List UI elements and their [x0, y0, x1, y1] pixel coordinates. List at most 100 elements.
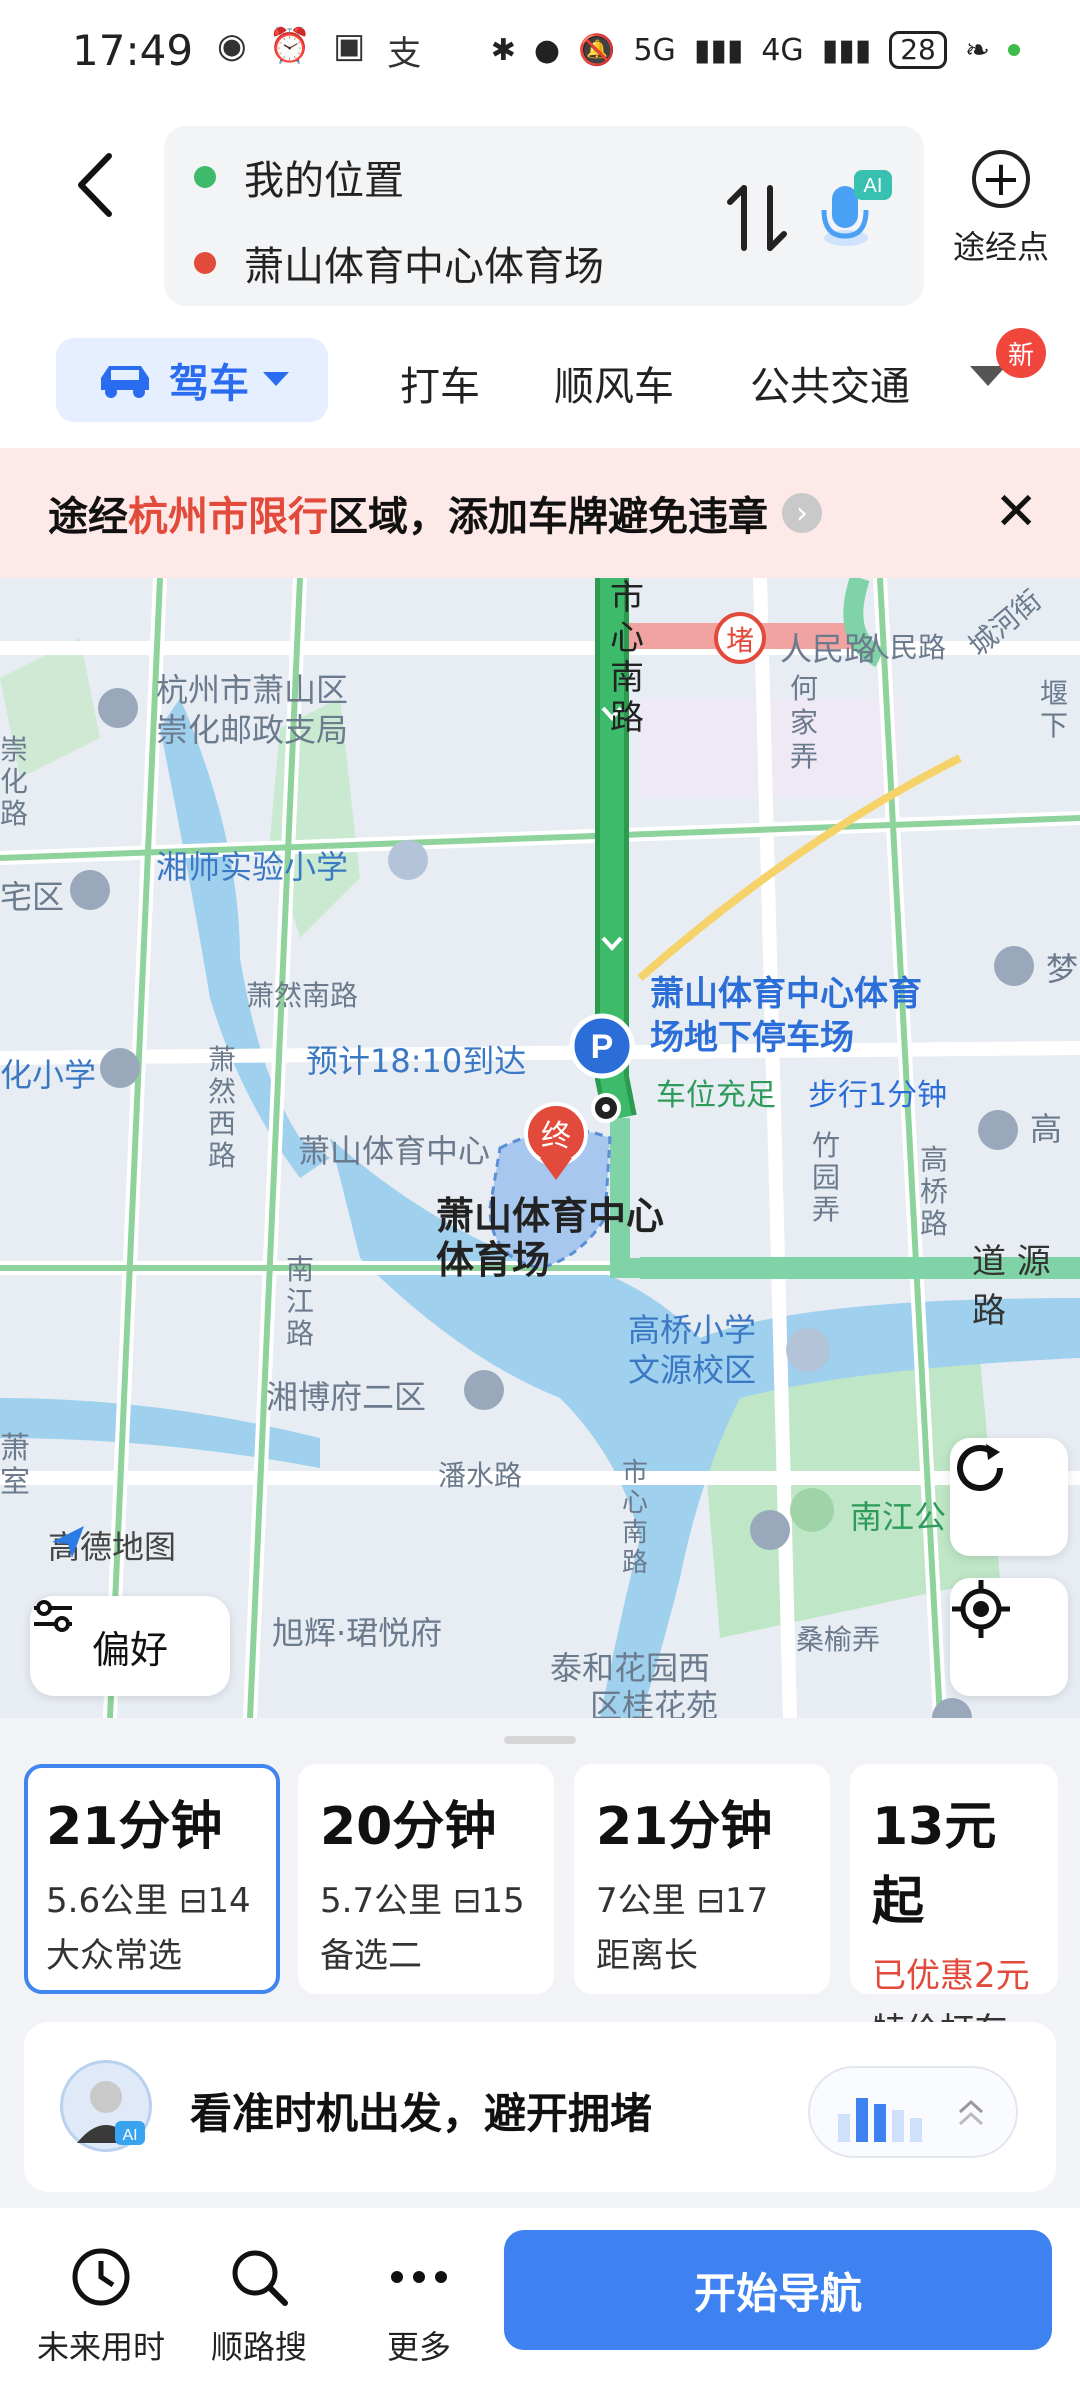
destination-field[interactable]: 萧山体育中心体育场 [194, 234, 604, 292]
road-label: 崇化路 [0, 733, 29, 830]
route-time: 21分钟 [46, 1797, 223, 1857]
mute-icon: 🔕 [578, 32, 616, 68]
route-time: 20分钟 [320, 1797, 497, 1857]
bar-chart-icon [838, 2098, 922, 2142]
poi-label: 梦 [1046, 950, 1079, 988]
route-distance: 7公里 [596, 1881, 686, 1921]
network-5g: 5G [633, 32, 676, 68]
status-left-icons: ◉ ⏰ ▣ 支 [217, 26, 421, 75]
route-card-3[interactable]: 21分钟 7公里 ⊟17 距离长 [574, 1764, 830, 1994]
route-card-2[interactable]: 20分钟 5.7公里 ⊟15 备选二 [298, 1764, 554, 1994]
poi-label: 杭州市萧山区 [156, 671, 349, 709]
map-view[interactable]: P 终 堵 市心南路 人民路 人民路 城河街 堰下 何家弄 杭州市萧山区 崇化邮… [0, 578, 1080, 1718]
along-search-label: 顺路搜 [210, 2328, 307, 2366]
future-time-button[interactable]: 未来用时 [26, 2242, 176, 2368]
poi-label: 萧室 [0, 1431, 30, 1500]
jam-pin-text: 堵 [726, 624, 754, 657]
refresh-icon [957, 1444, 1003, 1491]
location-icon: ● [533, 32, 561, 68]
route-lights: 17 [724, 1881, 769, 1921]
parking-name-1[interactable]: 萧山体育中心体育 [650, 972, 922, 1016]
more-icon [391, 2271, 447, 2283]
car-icon [101, 366, 149, 398]
locate-icon [952, 1580, 1010, 1638]
ai-voice-icon[interactable]: AI [814, 166, 894, 256]
eye-icon: ◉ [217, 25, 247, 66]
road-label: 萧然西路 [208, 1043, 237, 1172]
restriction-banner[interactable]: 途经杭州市限行区域，添加车牌避免违章 › ✕ [0, 448, 1080, 578]
alipay-icon: 支 [387, 33, 422, 74]
back-button[interactable] [60, 140, 130, 230]
back-arrow-icon [78, 153, 112, 217]
traffic-light-icon: ⊟ [696, 1881, 725, 1921]
waypoint-label: 途经点 [952, 228, 1049, 266]
ai-tip-bar[interactable]: AI 看准时机出发，避开拥堵 [24, 2022, 1056, 2192]
traffic-light-icon: ⊟ [452, 1881, 482, 1921]
ai-tip-text: 看准时机出发，避开拥堵 [190, 2089, 653, 2138]
signal-icon-2: ▮▮▮ [821, 32, 872, 68]
tab-carpool[interactable]: 顺风车 [554, 354, 674, 412]
status-bar: 17:49 ◉ ⏰ ▣ 支 ✱ ● 🔕 5G ▮▮▮ 4G ▮▮▮ 28 ❧ [0, 0, 1080, 100]
ai-avatar: AI [60, 2060, 152, 2152]
road-label: 道 源 路 [972, 1242, 1051, 1331]
app-icon: ▣ [333, 25, 366, 66]
road-label: 何家弄 [790, 672, 819, 773]
status-right-icons: ✱ ● 🔕 5G ▮▮▮ 4G ▮▮▮ 28 ❧ [491, 31, 1020, 69]
along-search-button[interactable]: 顺路搜 [184, 2242, 334, 2368]
tab-drive[interactable]: 驾车 [56, 338, 328, 422]
banner-text: 途经杭州市限行区域，添加车牌避免违章 [48, 484, 768, 542]
poi-label: 萧山体育中心 [298, 1132, 491, 1170]
route-distance: 5.7公里 [320, 1881, 443, 1921]
destination-label: 萧山体育中心 [436, 1194, 665, 1238]
poi-label: 泰和花园西 [550, 1649, 711, 1687]
travel-mode-tabs: 驾车 打车 顺风车 公共交通 新 [0, 320, 1080, 448]
poi-label: 宅区 [0, 878, 65, 916]
ai-expand-toggle[interactable] [808, 2066, 1018, 2158]
refresh-button[interactable] [950, 1438, 1068, 1556]
road-label: 市心南路 [622, 1458, 649, 1578]
road-label: 市心南路 [610, 578, 644, 738]
battery-level: 28 [889, 31, 947, 69]
route-lights: 15 [481, 1881, 525, 1921]
destination-label-2: 体育场 [436, 1238, 551, 1282]
locate-button[interactable] [950, 1578, 1068, 1696]
parking-pin-text: P [591, 1028, 614, 1066]
destination-text: 萧山体育中心体育场 [244, 244, 604, 290]
parking-name-2[interactable]: 场地下停车场 [650, 1016, 854, 1060]
tab-taxi[interactable]: 打车 [400, 354, 480, 412]
avatar-ai-badge: AI [122, 2127, 137, 2144]
poi-label: 高 [1030, 1110, 1063, 1148]
route-tag: 大众常选 [46, 1936, 182, 1976]
route-card-1[interactable]: 21分钟 5.6公里 ⊟14 大众常选 [24, 1764, 280, 1994]
alarm-icon: ⏰ [268, 25, 312, 66]
sliders-icon [34, 1600, 72, 1632]
poi-label: 化小学 [0, 1056, 97, 1094]
signal-icon: ▮▮▮ [693, 32, 744, 68]
banner-suffix: 区域，添加车牌避免违章 [328, 494, 768, 540]
parking-walk: 步行1分钟 [808, 1078, 948, 1113]
avatar-icon: AI [77, 2081, 145, 2145]
end-pin-text: 终 [541, 1119, 571, 1154]
origin-field[interactable]: 我的位置 [194, 148, 404, 206]
more-button[interactable]: 更多 [344, 2242, 494, 2368]
poi-label: 高桥小学 [628, 1311, 757, 1349]
preference-button[interactable]: 偏好 [30, 1596, 230, 1696]
parking-status: 车位充足 [656, 1078, 776, 1113]
new-badge: 新 [996, 328, 1046, 378]
drag-handle[interactable] [504, 1736, 576, 1744]
preference-label: 偏好 [91, 1627, 168, 1672]
more-label: 更多 [386, 2328, 451, 2366]
start-navigation-button[interactable]: 开始导航 [504, 2230, 1052, 2350]
banner-prefix: 途经 [48, 494, 128, 540]
tab-transit[interactable]: 公共交通 [750, 354, 910, 412]
swap-icon[interactable] [722, 180, 792, 256]
amap-logo: 高德地图 [48, 1522, 176, 1568]
add-waypoint-button[interactable]: + 途经点 [946, 150, 1056, 268]
chevron-up-icon [958, 2099, 984, 2126]
indicator-dot [1008, 44, 1020, 56]
more-modes-icon[interactable] [970, 366, 1006, 386]
road-label: 竹园弄 [812, 1129, 841, 1226]
close-icon[interactable]: ✕ [994, 482, 1038, 542]
chevron-right-icon: › [782, 493, 822, 533]
taxi-card[interactable]: 13元起 已优惠2元 特价打车 [850, 1764, 1058, 2051]
